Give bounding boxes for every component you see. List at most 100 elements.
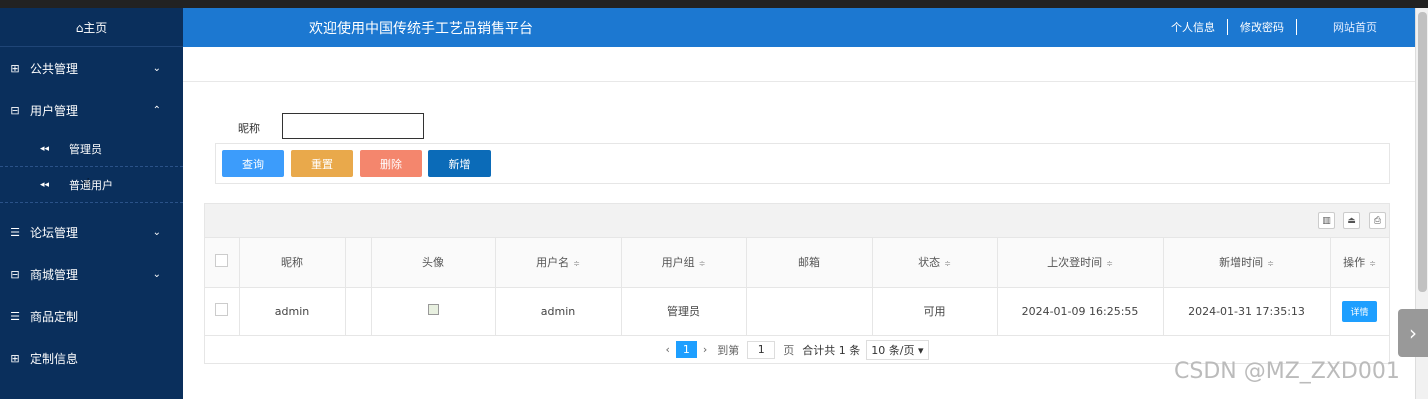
action-toolbar: 查询 重置 删除 新增 (215, 143, 1390, 184)
rewind-icon: ◂◂ (40, 143, 50, 154)
table-toolbar: ▥ ⏏ ⎙ (205, 204, 1389, 238)
sort-icon[interactable]: ≑ (1369, 259, 1376, 268)
page-unit-label: 页 (783, 343, 795, 357)
table-row: admin admin 管理员 可用 2024-01-09 16:25:55 2… (205, 287, 1390, 336)
column-header-group[interactable]: 用户组 ≑ (621, 238, 747, 288)
header-bar: 欢迎使用中国传统手工艺品销售平台 个人信息 修改密码 网站首页 (183, 8, 1415, 47)
list-icon: ☰ (10, 225, 20, 239)
column-label: 操作 (1343, 256, 1366, 270)
broken-image-icon (427, 304, 439, 315)
sidebar-subitem-normal-user[interactable]: ◂◂ 普通用户 (0, 167, 183, 203)
row-checkbox[interactable] (215, 303, 229, 316)
column-header-email: 邮箱 (746, 238, 873, 288)
site-home-link[interactable]: 网站首页 (1297, 19, 1389, 35)
grid-icon: ⊞ (10, 351, 20, 365)
user-table: 昵称 头像 用户名 ≑ 用户组 ≑ 邮箱 状态 ≑ 上次登时间 ≑ 新增时间 ≑ 操作 ≑ … (205, 238, 1390, 336)
column-label: 状态 (918, 256, 941, 270)
column-header-avatar: 头像 (371, 238, 496, 288)
sidebar-subitem-label: 普通用户 (69, 178, 114, 192)
column-header-status[interactable]: 状态 ≑ (872, 238, 998, 288)
book-icon: ⊟ (10, 267, 20, 281)
sidebar-home[interactable]: ⌂主页 (0, 8, 183, 47)
sidebar-item-label: 定制信息 (30, 351, 79, 366)
goto-label: 到第 (717, 343, 740, 357)
cell-spacer (345, 287, 372, 336)
sidebar-item-shop[interactable]: ⊟ 商城管理 ⌄ (0, 253, 183, 295)
cell-group: 管理员 (621, 287, 747, 336)
goto-page-input[interactable]: 1 (747, 340, 776, 359)
cell-nickname: admin (239, 287, 346, 336)
sidebar-item-label: 公共管理 (30, 61, 79, 76)
sort-icon[interactable]: ≑ (573, 259, 580, 268)
column-label: 上次登时间 (1047, 256, 1103, 270)
nickname-search-input[interactable] (282, 113, 424, 139)
change-password-link[interactable]: 修改密码 (1228, 19, 1297, 35)
scrollbar-thumb[interactable] (1418, 12, 1427, 292)
page-size-select[interactable]: 10 条/页 ▾ (866, 339, 929, 360)
columns-icon[interactable]: ▥ (1318, 212, 1335, 229)
sidebar-subitem-label: 管理员 (69, 142, 103, 156)
chevron-down-icon: ⌄ (152, 226, 161, 238)
column-header-last-login[interactable]: 上次登时间 ≑ (997, 238, 1164, 288)
row-select-cell (205, 287, 240, 336)
column-header-nickname: 昵称 (239, 238, 346, 288)
watermark: CSDN @MZ_ZXD001 (1174, 359, 1400, 384)
sidebar-item-label: 用户管理 (30, 103, 79, 118)
sort-icon[interactable]: ≑ (699, 259, 706, 268)
list-icon: ☰ (10, 309, 20, 323)
print-icon[interactable]: ⎙ (1369, 212, 1386, 229)
grid-icon: ⊞ (10, 61, 20, 75)
table-header-row: 昵称 头像 用户名 ≑ 用户组 ≑ 邮箱 状态 ≑ 上次登时间 ≑ 新增时间 ≑ 操作 ≑ (205, 238, 1390, 288)
select-all-checkbox[interactable] (215, 254, 229, 268)
chevron-up-icon: ⌃ (152, 104, 161, 116)
export-icon[interactable]: ⏏ (1343, 212, 1360, 229)
current-page-button[interactable]: 1 (675, 341, 697, 358)
hand-cursor-icon: ☝ (82, 176, 91, 192)
add-button[interactable]: 新增 (428, 150, 491, 177)
cell-status: 可用 (872, 287, 998, 336)
sidebar-item-custom-goods[interactable]: ☰ 商品定制 (0, 295, 183, 337)
profile-link[interactable]: 个人信息 (1159, 19, 1228, 35)
next-arrow-button[interactable]: › (1398, 309, 1428, 357)
detail-button[interactable]: 详情 (1342, 300, 1377, 322)
cell-username: admin (495, 287, 622, 336)
select-all-cell (205, 238, 240, 288)
query-button[interactable]: 查询 (222, 150, 284, 177)
user-table-panel: ▥ ⏏ ⎙ 昵称 头像 用户名 ≑ 用户组 ≑ 邮箱 状态 ≑ 上次登时间 ≑ 新增时间… (204, 203, 1390, 364)
column-label: 用户名 (536, 256, 570, 270)
sidebar-subitem-admin[interactable]: ◂◂ 管理员 (0, 131, 183, 167)
next-page-icon[interactable]: › (703, 343, 707, 356)
total-count: 合计共 1 条 (802, 343, 861, 357)
column-header-created[interactable]: 新增时间 ≑ (1163, 238, 1331, 288)
sort-icon[interactable]: ≑ (944, 259, 951, 268)
column-header-username[interactable]: 用户名 ≑ (495, 238, 622, 288)
book-icon: ⊟ (10, 103, 20, 117)
sort-icon[interactable]: ≑ (1267, 259, 1274, 268)
column-header-action[interactable]: 操作 ≑ (1330, 238, 1390, 288)
divider (183, 81, 1415, 82)
search-label: 昵称 (238, 122, 260, 135)
reset-button[interactable]: 重置 (291, 150, 353, 177)
sidebar-item-public[interactable]: ⊞ 公共管理 ⌄ (0, 47, 183, 89)
window-top-strip (0, 0, 1428, 8)
sidebar: ⌂主页 ⊞ 公共管理 ⌄ ⊟ 用户管理 ⌃ ◂◂ 管理员 ◂◂ 普通用户 ☰ 论… (0, 8, 183, 399)
chevron-down-icon: ⌄ (152, 268, 161, 280)
cell-email (746, 287, 873, 336)
chevron-down-icon: ⌄ (152, 62, 161, 74)
column-label: 新增时间 (1219, 256, 1264, 270)
sidebar-item-forum[interactable]: ☰ 论坛管理 ⌄ (0, 211, 183, 253)
site-title: 欢迎使用中国传统手工艺品销售平台 (309, 21, 533, 37)
column-spacer (345, 238, 372, 288)
sidebar-item-label: 商城管理 (30, 267, 79, 282)
cell-action: 详情 (1330, 287, 1390, 336)
sidebar-item-custom-info[interactable]: ⊞ 定制信息 (0, 337, 183, 379)
sidebar-item-users[interactable]: ⊟ 用户管理 ⌃ (0, 89, 183, 131)
cell-created: 2024-01-31 17:35:13 (1163, 287, 1331, 336)
header-links: 个人信息 修改密码 网站首页 (1159, 19, 1389, 35)
prev-page-icon[interactable]: ‹ (665, 343, 669, 356)
delete-button[interactable]: 删除 (360, 150, 422, 177)
sort-icon[interactable]: ≑ (1106, 259, 1113, 268)
sidebar-item-label: 论坛管理 (30, 225, 79, 240)
main-content: 昵称 查询 重置 删除 新增 ▥ ⏏ ⎙ 昵称 头像 用户名 ≑ 用户组 ≑ 邮箱 … (183, 47, 1415, 399)
sidebar-item-label: 商品定制 (30, 309, 79, 324)
